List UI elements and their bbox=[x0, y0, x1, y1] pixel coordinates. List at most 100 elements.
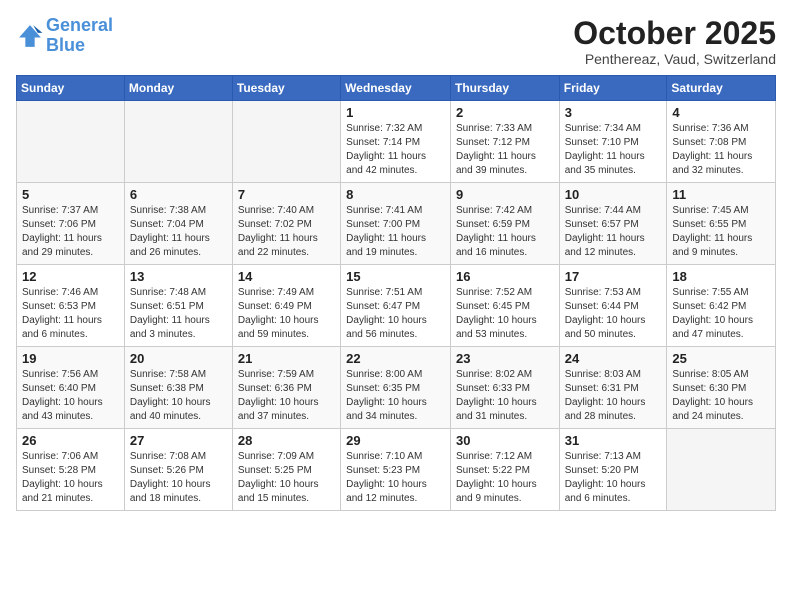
day-cell: 1 Sunrise: 7:32 AM Sunset: 7:14 PM Daylig… bbox=[341, 101, 451, 183]
day-info: Sunrise: 7:32 AM Sunset: 7:14 PM Dayligh… bbox=[346, 122, 445, 178]
day-info: Sunrise: 7:52 AM Sunset: 6:45 PM Dayligh… bbox=[456, 286, 554, 342]
day-number: 22 bbox=[346, 351, 445, 366]
weekday-header-row: SundayMondayTuesdayWednesdayThursdayFrid… bbox=[17, 76, 776, 101]
month-title: October 2025 bbox=[573, 16, 776, 51]
logo-text: General Blue bbox=[46, 16, 113, 56]
day-info: Sunrise: 7:58 AM Sunset: 6:38 PM Dayligh… bbox=[130, 368, 227, 424]
day-info: Sunrise: 7:37 AM Sunset: 7:06 PM Dayligh… bbox=[22, 204, 119, 260]
day-number: 21 bbox=[238, 351, 335, 366]
day-number: 1 bbox=[346, 105, 445, 120]
day-cell bbox=[232, 101, 340, 183]
day-info: Sunrise: 7:13 AM Sunset: 5:20 PM Dayligh… bbox=[565, 450, 662, 506]
day-cell: 20 Sunrise: 7:58 AM Sunset: 6:38 PM Dayli… bbox=[124, 347, 232, 429]
day-cell: 22 Sunrise: 8:00 AM Sunset: 6:35 PM Dayli… bbox=[341, 347, 451, 429]
day-cell: 15Sunrise: 7:51 AM Sunset: 6:47 PM Dayli… bbox=[341, 265, 451, 347]
header: General Blue October 2025 Penthereaz, Va… bbox=[16, 16, 776, 67]
day-info: Sunrise: 7:38 AM Sunset: 7:04 PM Dayligh… bbox=[130, 204, 227, 260]
day-info: Sunrise: 7:42 AM Sunset: 6:59 PM Dayligh… bbox=[456, 204, 554, 260]
day-info: Sunrise: 7:48 AM Sunset: 6:51 PM Dayligh… bbox=[130, 286, 227, 342]
day-number: 14 bbox=[238, 269, 335, 284]
day-cell: 31Sunrise: 7:13 AM Sunset: 5:20 PM Dayli… bbox=[559, 429, 667, 511]
day-number: 11 bbox=[672, 187, 770, 202]
weekday-friday: Friday bbox=[559, 76, 667, 101]
day-number: 2 bbox=[456, 105, 554, 120]
page: General Blue October 2025 Penthereaz, Va… bbox=[0, 0, 792, 519]
day-cell: 11 Sunrise: 7:45 AM Sunset: 6:55 PM Dayli… bbox=[667, 183, 776, 265]
day-number: 17 bbox=[565, 269, 662, 284]
day-number: 25 bbox=[672, 351, 770, 366]
day-info: Sunrise: 7:46 AM Sunset: 6:53 PM Dayligh… bbox=[22, 286, 119, 342]
day-info: Sunrise: 7:09 AM Sunset: 5:25 PM Dayligh… bbox=[238, 450, 335, 506]
day-info: Sunrise: 7:34 AM Sunset: 7:10 PM Dayligh… bbox=[565, 122, 662, 178]
logo-icon bbox=[16, 22, 44, 50]
day-number: 26 bbox=[22, 433, 119, 448]
location: Penthereaz, Vaud, Switzerland bbox=[573, 51, 776, 67]
day-info: Sunrise: 7:08 AM Sunset: 5:26 PM Dayligh… bbox=[130, 450, 227, 506]
day-info: Sunrise: 8:03 AM Sunset: 6:31 PM Dayligh… bbox=[565, 368, 662, 424]
day-number: 20 bbox=[130, 351, 227, 366]
day-info: Sunrise: 8:00 AM Sunset: 6:35 PM Dayligh… bbox=[346, 368, 445, 424]
day-info: Sunrise: 7:56 AM Sunset: 6:40 PM Dayligh… bbox=[22, 368, 119, 424]
day-number: 16 bbox=[456, 269, 554, 284]
day-cell: 25 Sunrise: 8:05 AM Sunset: 6:30 PM Dayli… bbox=[667, 347, 776, 429]
day-info: Sunrise: 8:02 AM Sunset: 6:33 PM Dayligh… bbox=[456, 368, 554, 424]
day-cell: 21Sunrise: 7:59 AM Sunset: 6:36 PM Dayli… bbox=[232, 347, 340, 429]
title-block: October 2025 Penthereaz, Vaud, Switzerla… bbox=[573, 16, 776, 67]
day-info: Sunrise: 7:45 AM Sunset: 6:55 PM Dayligh… bbox=[672, 204, 770, 260]
day-cell bbox=[667, 429, 776, 511]
day-info: Sunrise: 7:40 AM Sunset: 7:02 PM Dayligh… bbox=[238, 204, 335, 260]
day-cell: 2 Sunrise: 7:33 AM Sunset: 7:12 PM Daylig… bbox=[450, 101, 559, 183]
day-cell: 12 Sunrise: 7:46 AM Sunset: 6:53 PM Dayli… bbox=[17, 265, 125, 347]
day-cell: 18Sunrise: 7:55 AM Sunset: 6:42 PM Dayli… bbox=[667, 265, 776, 347]
week-row-3: 12 Sunrise: 7:46 AM Sunset: 6:53 PM Dayli… bbox=[17, 265, 776, 347]
day-cell: 7 Sunrise: 7:40 AM Sunset: 7:02 PM Daylig… bbox=[232, 183, 340, 265]
day-cell: 13Sunrise: 7:48 AM Sunset: 6:51 PM Dayli… bbox=[124, 265, 232, 347]
day-cell: 26 Sunrise: 7:06 AM Sunset: 5:28 PM Dayli… bbox=[17, 429, 125, 511]
day-cell: 10 Sunrise: 7:44 AM Sunset: 6:57 PM Dayli… bbox=[559, 183, 667, 265]
day-number: 30 bbox=[456, 433, 554, 448]
week-row-4: 19 Sunrise: 7:56 AM Sunset: 6:40 PM Dayli… bbox=[17, 347, 776, 429]
day-number: 10 bbox=[565, 187, 662, 202]
weekday-saturday: Saturday bbox=[667, 76, 776, 101]
day-cell: 23 Sunrise: 8:02 AM Sunset: 6:33 PM Dayli… bbox=[450, 347, 559, 429]
day-number: 23 bbox=[456, 351, 554, 366]
day-cell: 16 Sunrise: 7:52 AM Sunset: 6:45 PM Dayli… bbox=[450, 265, 559, 347]
day-cell: 4Sunrise: 7:36 AM Sunset: 7:08 PM Daylig… bbox=[667, 101, 776, 183]
day-cell: 5 Sunrise: 7:37 AM Sunset: 7:06 PM Daylig… bbox=[17, 183, 125, 265]
day-number: 7 bbox=[238, 187, 335, 202]
day-cell: 27Sunrise: 7:08 AM Sunset: 5:26 PM Dayli… bbox=[124, 429, 232, 511]
logo-general: General bbox=[46, 15, 113, 35]
day-number: 8 bbox=[346, 187, 445, 202]
day-number: 18 bbox=[672, 269, 770, 284]
day-cell: 29 Sunrise: 7:10 AM Sunset: 5:23 PM Dayli… bbox=[341, 429, 451, 511]
weekday-wednesday: Wednesday bbox=[341, 76, 451, 101]
day-info: Sunrise: 7:41 AM Sunset: 7:00 PM Dayligh… bbox=[346, 204, 445, 260]
day-number: 4 bbox=[672, 105, 770, 120]
day-number: 12 bbox=[22, 269, 119, 284]
day-info: Sunrise: 7:06 AM Sunset: 5:28 PM Dayligh… bbox=[22, 450, 119, 506]
week-row-5: 26 Sunrise: 7:06 AM Sunset: 5:28 PM Dayli… bbox=[17, 429, 776, 511]
weekday-thursday: Thursday bbox=[450, 76, 559, 101]
calendar-table: SundayMondayTuesdayWednesdayThursdayFrid… bbox=[16, 75, 776, 511]
day-info: Sunrise: 8:05 AM Sunset: 6:30 PM Dayligh… bbox=[672, 368, 770, 424]
day-number: 9 bbox=[456, 187, 554, 202]
day-number: 6 bbox=[130, 187, 227, 202]
day-cell: 17Sunrise: 7:53 AM Sunset: 6:44 PM Dayli… bbox=[559, 265, 667, 347]
day-info: Sunrise: 7:12 AM Sunset: 5:22 PM Dayligh… bbox=[456, 450, 554, 506]
day-cell: 8 Sunrise: 7:41 AM Sunset: 7:00 PM Daylig… bbox=[341, 183, 451, 265]
day-number: 19 bbox=[22, 351, 119, 366]
day-cell: 6 Sunrise: 7:38 AM Sunset: 7:04 PM Daylig… bbox=[124, 183, 232, 265]
week-row-2: 5 Sunrise: 7:37 AM Sunset: 7:06 PM Daylig… bbox=[17, 183, 776, 265]
day-cell: 14 Sunrise: 7:49 AM Sunset: 6:49 PM Dayli… bbox=[232, 265, 340, 347]
week-row-1: 1 Sunrise: 7:32 AM Sunset: 7:14 PM Daylig… bbox=[17, 101, 776, 183]
day-info: Sunrise: 7:10 AM Sunset: 5:23 PM Dayligh… bbox=[346, 450, 445, 506]
day-number: 5 bbox=[22, 187, 119, 202]
day-cell bbox=[17, 101, 125, 183]
weekday-tuesday: Tuesday bbox=[232, 76, 340, 101]
day-info: Sunrise: 7:51 AM Sunset: 6:47 PM Dayligh… bbox=[346, 286, 445, 342]
day-info: Sunrise: 7:33 AM Sunset: 7:12 PM Dayligh… bbox=[456, 122, 554, 178]
day-cell: 19 Sunrise: 7:56 AM Sunset: 6:40 PM Dayli… bbox=[17, 347, 125, 429]
day-info: Sunrise: 7:49 AM Sunset: 6:49 PM Dayligh… bbox=[238, 286, 335, 342]
day-number: 29 bbox=[346, 433, 445, 448]
day-info: Sunrise: 7:44 AM Sunset: 6:57 PM Dayligh… bbox=[565, 204, 662, 260]
